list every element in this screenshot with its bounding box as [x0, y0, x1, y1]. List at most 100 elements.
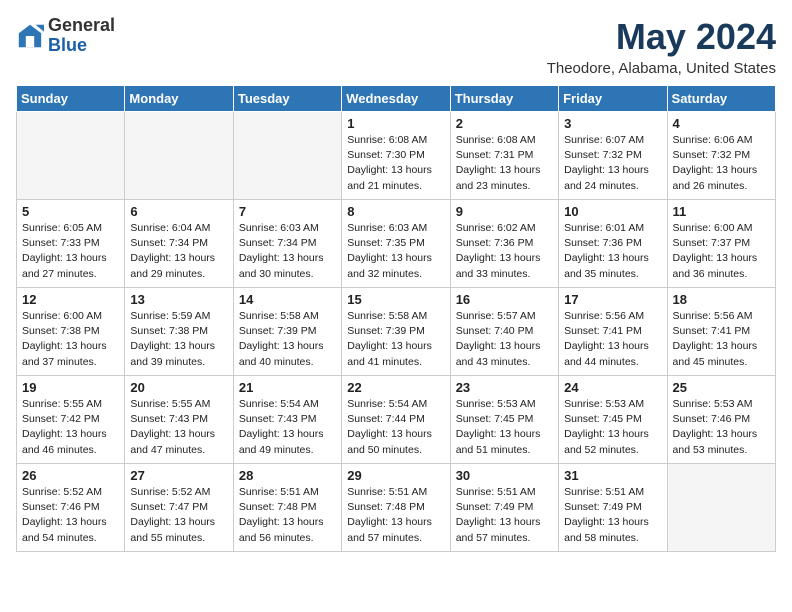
table-row: 28 Sunrise: 5:51 AM Sunset: 7:48 PM Dayli… — [233, 464, 341, 552]
day-number: 10 — [564, 204, 661, 219]
logo-blue: Blue — [48, 36, 115, 56]
table-row: 1Sunrise: 6:08 AM Sunset: 7:30 PM Daylig… — [342, 112, 450, 200]
table-row: 7 Sunrise: 6:03 AM Sunset: 7:34 PM Daylig… — [233, 200, 341, 288]
table-row: 21 Sunrise: 5:54 AM Sunset: 7:43 PM Dayli… — [233, 376, 341, 464]
day-number: 17 — [564, 292, 661, 307]
cell-info: Sunrise: 5:54 AM Sunset: 7:43 PM Dayligh… — [239, 397, 336, 458]
day-number: 7 — [239, 204, 336, 219]
logo-general: General — [48, 16, 115, 36]
table-row: 13Sunrise: 5:59 AM Sunset: 7:38 PM Dayli… — [125, 288, 233, 376]
table-row: 31 Sunrise: 5:51 AM Sunset: 7:49 PM Dayli… — [559, 464, 667, 552]
header: General Blue May 2024 Theodore, Alabama,… — [16, 16, 776, 77]
cell-info: Sunrise: 6:07 AM Sunset: 7:32 PM Dayligh… — [564, 133, 661, 194]
cell-info: Sunrise: 6:00 AM Sunset: 7:38 PM Dayligh… — [22, 309, 119, 370]
col-thursday: Thursday — [450, 86, 558, 112]
title-block: May 2024 Theodore, Alabama, United State… — [547, 16, 776, 77]
day-number: 20 — [130, 380, 227, 395]
cell-info: Sunrise: 5:58 AM Sunset: 7:39 PM Dayligh… — [347, 309, 444, 370]
calendar-header-row: Sunday Monday Tuesday Wednesday Thursday… — [17, 86, 776, 112]
page-container: General Blue May 2024 Theodore, Alabama,… — [0, 0, 792, 562]
table-row: 3 Sunrise: 6:07 AM Sunset: 7:32 PM Daylig… — [559, 112, 667, 200]
cell-info: Sunrise: 5:55 AM Sunset: 7:43 PM Dayligh… — [130, 397, 227, 458]
logo-text: General Blue — [48, 16, 115, 56]
day-number: 31 — [564, 468, 661, 483]
cell-info: Sunrise: 5:57 AM Sunset: 7:40 PM Dayligh… — [456, 309, 553, 370]
day-number: 28 — [239, 468, 336, 483]
col-wednesday: Wednesday — [342, 86, 450, 112]
table-row: 15 Sunrise: 5:58 AM Sunset: 7:39 PM Dayli… — [342, 288, 450, 376]
cell-info: Sunrise: 5:51 AM Sunset: 7:48 PM Dayligh… — [347, 485, 444, 546]
day-number: 12 — [22, 292, 119, 307]
cell-info: Sunrise: 5:51 AM Sunset: 7:49 PM Dayligh… — [456, 485, 553, 546]
table-row — [667, 464, 775, 552]
table-row: 2 Sunrise: 6:08 AM Sunset: 7:31 PM Daylig… — [450, 112, 558, 200]
day-number: 26 — [22, 468, 119, 483]
table-row: 18 Sunrise: 5:56 AM Sunset: 7:41 PM Dayli… — [667, 288, 775, 376]
month-title: May 2024 — [547, 16, 776, 58]
calendar-week-row: 26 Sunrise: 5:52 AM Sunset: 7:46 PM Dayli… — [17, 464, 776, 552]
day-number: 22 — [347, 380, 444, 395]
table-row: 11 Sunrise: 6:00 AM Sunset: 7:37 PM Dayli… — [667, 200, 775, 288]
table-row: 24Sunrise: 5:53 AM Sunset: 7:45 PM Dayli… — [559, 376, 667, 464]
table-row: 25 Sunrise: 5:53 AM Sunset: 7:46 PM Dayli… — [667, 376, 775, 464]
cell-info: Sunrise: 6:05 AM Sunset: 7:33 PM Dayligh… — [22, 221, 119, 282]
day-number: 27 — [130, 468, 227, 483]
cell-info: Sunrise: 5:53 AM Sunset: 7:46 PM Dayligh… — [673, 397, 770, 458]
day-number: 11 — [673, 204, 770, 219]
cell-info: Sunrise: 5:54 AM Sunset: 7:44 PM Dayligh… — [347, 397, 444, 458]
cell-info: Sunrise: 5:52 AM Sunset: 7:46 PM Dayligh… — [22, 485, 119, 546]
table-row: 6 Sunrise: 6:04 AM Sunset: 7:34 PM Daylig… — [125, 200, 233, 288]
table-row: 23Sunrise: 5:53 AM Sunset: 7:45 PM Dayli… — [450, 376, 558, 464]
day-number: 30 — [456, 468, 553, 483]
table-row: 19Sunrise: 5:55 AM Sunset: 7:42 PM Dayli… — [17, 376, 125, 464]
cell-info: Sunrise: 6:00 AM Sunset: 7:37 PM Dayligh… — [673, 221, 770, 282]
day-number: 19 — [22, 380, 119, 395]
col-monday: Monday — [125, 86, 233, 112]
table-row: 4 Sunrise: 6:06 AM Sunset: 7:32 PM Daylig… — [667, 112, 775, 200]
day-number: 9 — [456, 204, 553, 219]
day-number: 2 — [456, 116, 553, 131]
logo-icon — [16, 22, 44, 50]
table-row: 29 Sunrise: 5:51 AM Sunset: 7:48 PM Dayli… — [342, 464, 450, 552]
table-row: 9 Sunrise: 6:02 AM Sunset: 7:36 PM Daylig… — [450, 200, 558, 288]
cell-info: Sunrise: 6:03 AM Sunset: 7:34 PM Dayligh… — [239, 221, 336, 282]
col-saturday: Saturday — [667, 86, 775, 112]
table-row — [125, 112, 233, 200]
calendar-week-row: 19Sunrise: 5:55 AM Sunset: 7:42 PM Dayli… — [17, 376, 776, 464]
col-friday: Friday — [559, 86, 667, 112]
table-row: 16 Sunrise: 5:57 AM Sunset: 7:40 PM Dayli… — [450, 288, 558, 376]
table-row: 14 Sunrise: 5:58 AM Sunset: 7:39 PM Dayli… — [233, 288, 341, 376]
cell-info: Sunrise: 6:08 AM Sunset: 7:31 PM Dayligh… — [456, 133, 553, 194]
day-number: 4 — [673, 116, 770, 131]
day-number: 23 — [456, 380, 553, 395]
col-tuesday: Tuesday — [233, 86, 341, 112]
cell-info: Sunrise: 5:56 AM Sunset: 7:41 PM Dayligh… — [673, 309, 770, 370]
table-row: 8 Sunrise: 6:03 AM Sunset: 7:35 PM Daylig… — [342, 200, 450, 288]
cell-info: Sunrise: 6:04 AM Sunset: 7:34 PM Dayligh… — [130, 221, 227, 282]
day-number: 3 — [564, 116, 661, 131]
day-number: 18 — [673, 292, 770, 307]
table-row: 26 Sunrise: 5:52 AM Sunset: 7:46 PM Dayli… — [17, 464, 125, 552]
day-number: 24 — [564, 380, 661, 395]
table-row: 5Sunrise: 6:05 AM Sunset: 7:33 PM Daylig… — [17, 200, 125, 288]
col-sunday: Sunday — [17, 86, 125, 112]
logo: General Blue — [16, 16, 115, 56]
cell-info: Sunrise: 6:06 AM Sunset: 7:32 PM Dayligh… — [673, 133, 770, 194]
day-number: 14 — [239, 292, 336, 307]
cell-info: Sunrise: 5:58 AM Sunset: 7:39 PM Dayligh… — [239, 309, 336, 370]
day-number: 25 — [673, 380, 770, 395]
day-number: 6 — [130, 204, 227, 219]
day-number: 16 — [456, 292, 553, 307]
table-row — [233, 112, 341, 200]
day-number: 8 — [347, 204, 444, 219]
cell-info: Sunrise: 6:03 AM Sunset: 7:35 PM Dayligh… — [347, 221, 444, 282]
table-row: 30 Sunrise: 5:51 AM Sunset: 7:49 PM Dayli… — [450, 464, 558, 552]
day-number: 29 — [347, 468, 444, 483]
cell-info: Sunrise: 5:51 AM Sunset: 7:48 PM Dayligh… — [239, 485, 336, 546]
table-row: 20 Sunrise: 5:55 AM Sunset: 7:43 PM Dayli… — [125, 376, 233, 464]
day-number: 21 — [239, 380, 336, 395]
day-number: 15 — [347, 292, 444, 307]
cell-info: Sunrise: 6:02 AM Sunset: 7:36 PM Dayligh… — [456, 221, 553, 282]
cell-info: Sunrise: 5:51 AM Sunset: 7:49 PM Dayligh… — [564, 485, 661, 546]
table-row: 17Sunrise: 5:56 AM Sunset: 7:41 PM Dayli… — [559, 288, 667, 376]
